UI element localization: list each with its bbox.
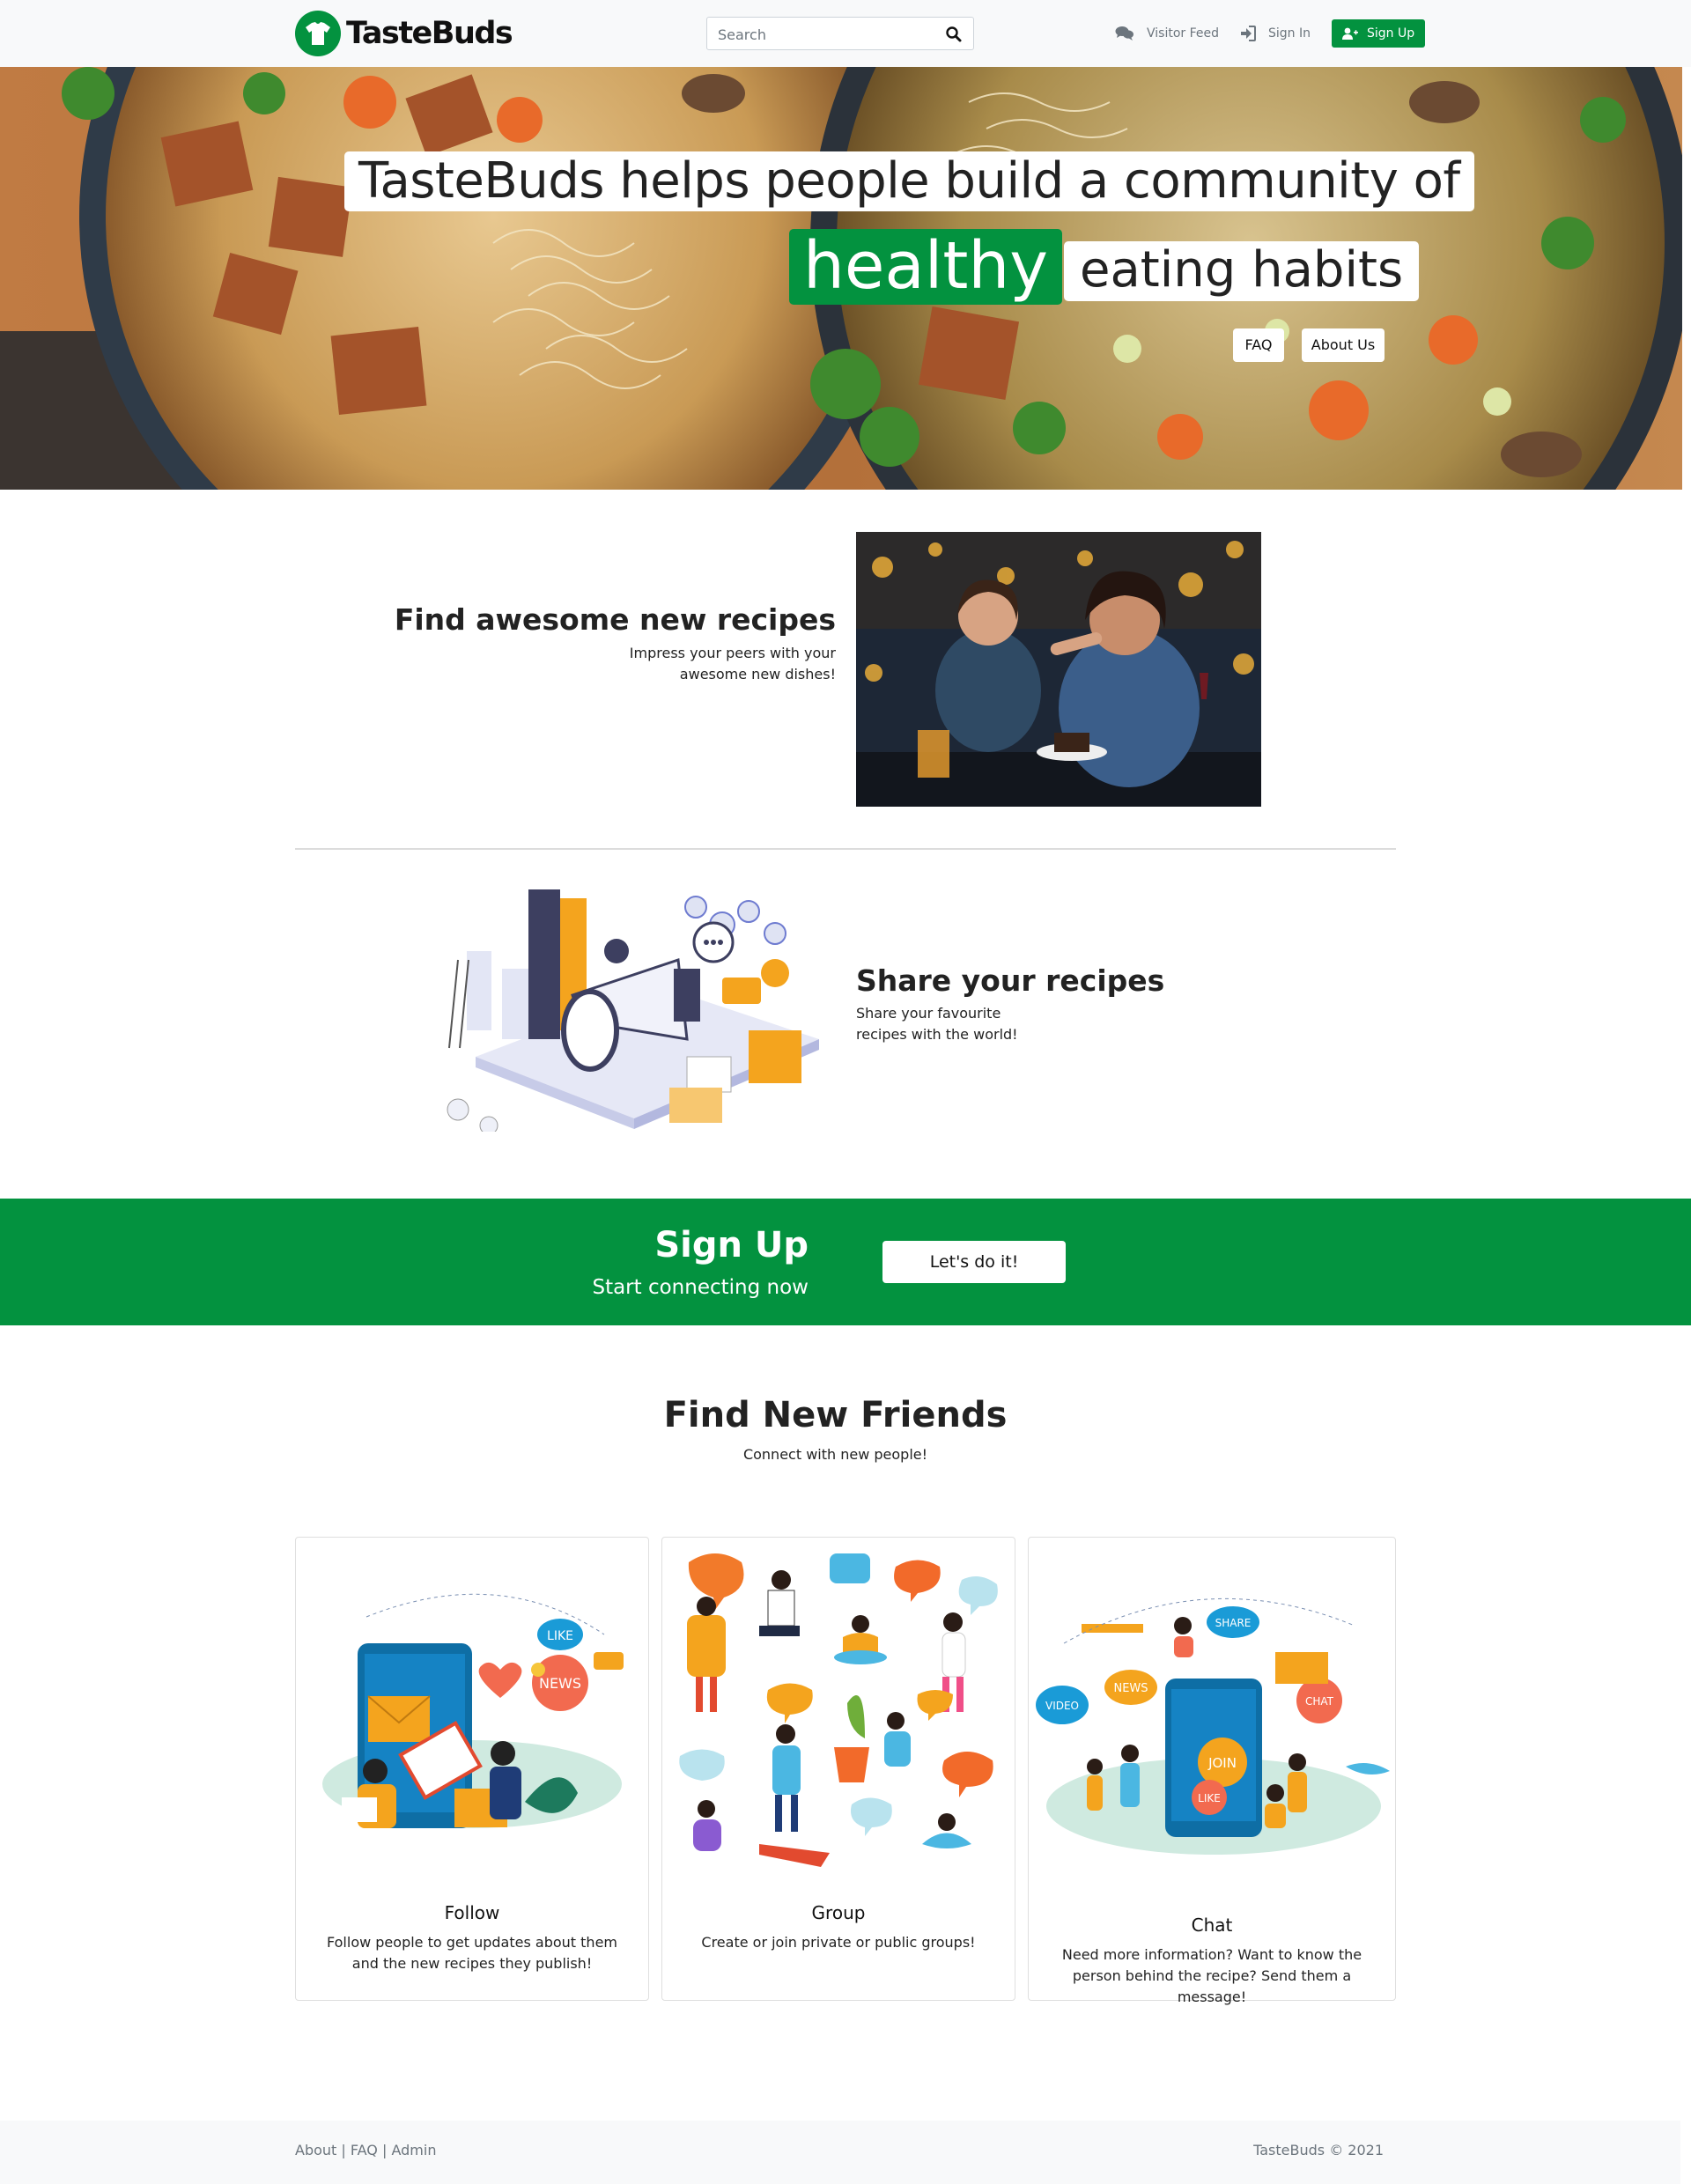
signup-banner-subtitle: Start connecting now [592,1276,809,1299]
group-card-text: Create or join private or public groups! [701,1934,976,1951]
tshirt-logo-icon [295,11,341,56]
news-bubble-label: NEWS [539,1675,581,1692]
navbar: TasteBuds Visitor Feed Sign In [0,0,1691,67]
footer-separator: | [381,2142,388,2158]
footer-separator: | [341,2142,346,2158]
visitor-feed-label: Visitor Feed [1147,26,1220,41]
hero-headline-end: eating habits [1064,241,1420,301]
news-bubble-label-chat: NEWS [1113,1682,1148,1695]
group-card-title: Group [811,1902,866,1923]
search-box[interactable] [706,17,974,50]
nav-links: Visitor Feed Sign In Sign Up [1115,19,1426,48]
section-divider [295,848,1396,850]
footer-links: About | FAQ | Admin [295,2142,436,2158]
sign-in-icon [1241,26,1257,41]
chat-bubble-label: CHAT [1305,1695,1334,1708]
chat-card-text: Need more information? Want to know the … [1061,1946,1362,2005]
video-bubble-label: VIDEO [1045,1700,1079,1712]
signup-banner-title: Sign Up [654,1225,809,1265]
feature-share-description: Share your favourite recipes with the wo… [856,1005,1018,1043]
footer: About | FAQ | Admin TasteBuds © 2021 [0,2121,1680,2184]
sign-in-label: Sign In [1268,26,1311,41]
chat-card: JOIN LIKE NEWS VIDEO SHARE CHAT Chat Nee… [1028,1537,1396,2005]
faq-button[interactable]: FAQ [1233,328,1284,362]
brand-link[interactable]: TasteBuds [295,11,513,56]
follow-card-title: Follow [444,1902,500,1923]
follow-card-text: Follow people to get updates about them … [327,1934,617,1972]
comments-icon [1115,26,1133,41]
feature-share-title: Share your recipes [856,963,1165,998]
search-input[interactable] [718,25,929,44]
search-icon[interactable] [945,26,963,43]
like-bubble-label: LIKE [547,1629,573,1643]
visitor-feed-link[interactable]: Visitor Feed [1115,20,1219,47]
friends-section-title: Find New Friends [663,1395,1008,1435]
footer-faq-link[interactable]: FAQ [351,2142,378,2158]
share-recipes-illustration [440,889,837,1135]
footer-admin-link[interactable]: Admin [391,2142,436,2158]
like-bubble-label-chat: LIKE [1198,1792,1221,1804]
brand-name: TasteBuds [346,16,513,51]
feature-recipes-description: Impress your peers with your awesome new… [629,645,836,682]
mother-daughter-photo [856,532,1261,807]
footer-copyright: TasteBuds © 2021 [1253,2142,1384,2158]
follow-illustration: NEWS LIKE [322,1593,624,1828]
sign-up-label: Sign Up [1367,26,1415,41]
group-illustration [679,1553,998,1867]
friends-section-subtitle: Connect with new people! [742,1446,928,1463]
hero-highlight: healthy [789,229,1063,305]
sign-in-link[interactable]: Sign In [1240,20,1311,47]
join-bubble-label: JOIN [1207,1755,1237,1771]
signup-banner: Sign Up Start connecting now Let's do it… [0,1199,1691,1325]
chat-illustration: JOIN LIKE NEWS VIDEO SHARE CHAT [1036,1597,1390,1855]
hero-banner: TasteBuds helps people build a community… [0,67,1682,490]
sign-up-button[interactable]: Sign Up [1332,19,1426,48]
chat-card-title: Chat [1191,1915,1233,1936]
share-bubble-label: SHARE [1215,1617,1252,1629]
user-plus-icon [1342,27,1359,40]
hero-headline: TasteBuds helps people build a community… [344,151,1474,211]
group-card: Group Create or join private or public g… [661,1537,1015,2001]
lets-do-it-button[interactable]: Let's do it! [882,1241,1066,1283]
feature-recipes-title: Find awesome new recipes [394,602,836,637]
footer-about-link[interactable]: About [295,2142,336,2158]
about-us-button[interactable]: About Us [1302,328,1385,362]
follow-card: NEWS LIKE Follow Follow people to get up… [295,1537,649,2001]
